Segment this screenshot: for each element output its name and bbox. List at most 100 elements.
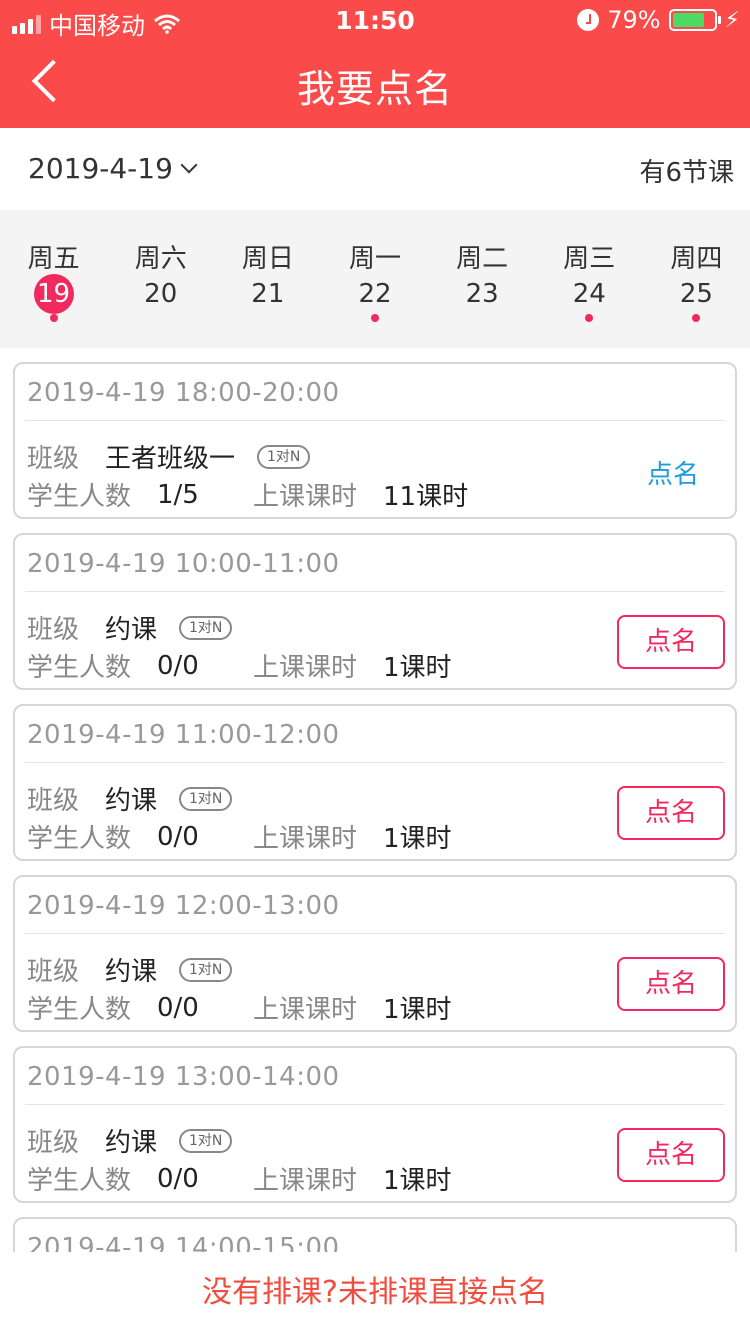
class-label: 班级 — [27, 615, 80, 645]
divider — [25, 420, 725, 421]
day-name: 周日 — [241, 244, 294, 274]
session-time: 2019-4-19 13:00-14:00 — [27, 1062, 340, 1092]
chevron-down-icon — [180, 156, 198, 173]
day-22[interactable]: 周一 22 — [321, 210, 428, 348]
date-picker-label: 2019-4-19 — [28, 152, 173, 185]
day-24[interactable]: 周三 24 — [536, 210, 643, 348]
hours-label: 上课课时 — [253, 824, 358, 854]
day-name: 周五 — [27, 244, 80, 274]
class-label: 班级 — [27, 786, 80, 816]
class-row: 班级 约课 1对N — [27, 780, 233, 817]
session-card[interactable]: 2019-4-19 12:00-13:00 班级 约课 1对N 学生人数 0/0 上课课时 1… — [13, 875, 737, 1032]
divider — [25, 762, 725, 763]
students-value: 1/5 — [157, 479, 199, 510]
session-card[interactable]: 2019-4-19 13:00-14:00 班级 约课 1对N 学生人数 0/0 上课课时 1… — [13, 1046, 737, 1203]
divider — [25, 933, 725, 934]
day-25[interactable]: 周四 25 — [643, 210, 750, 348]
session-card[interactable]: 2019-4-19 11:00-12:00 班级 约课 1对N 学生人数 0/0 上课课时 1… — [13, 704, 737, 861]
day-21[interactable]: 周日 21 — [214, 210, 321, 348]
session-card[interactable]: 2019-4-19 18:00-20:00 班级 王者班级一 1对N 学生人数 1/5 上课… — [13, 362, 737, 519]
date-picker[interactable]: 2019-4-19 — [28, 152, 198, 185]
hours-label: 上课课时 — [253, 482, 358, 512]
class-name: 王者班级一 — [105, 444, 236, 474]
class-row: 班级 王者班级一 1对N — [27, 438, 311, 475]
class-dot — [692, 314, 701, 322]
battery-percent: 79% — [607, 6, 661, 34]
divider — [25, 591, 725, 592]
day-number: 22 — [358, 279, 392, 309]
battery-icon — [668, 9, 721, 31]
students-value: 0/0 — [157, 821, 199, 852]
class-type-badge: 1对N — [179, 786, 233, 811]
header: 中国移动 11:50 79% ⚡ 我要点名 — [0, 0, 750, 128]
day-number: 25 — [679, 279, 713, 309]
session-time: 2019-4-19 10:00-11:00 — [27, 549, 340, 579]
day-name: 周六 — [134, 244, 187, 274]
call-roll-button[interactable]: 点名 — [617, 615, 725, 669]
class-type-badge: 1对N — [257, 444, 311, 469]
class-label: 班级 — [27, 444, 80, 474]
day-name: 周四 — [670, 244, 723, 274]
class-row: 班级 约课 1对N — [27, 951, 233, 988]
day-number: 24 — [572, 279, 606, 309]
session-time: 2019-4-19 11:00-12:00 — [27, 720, 340, 750]
students-label: 学生人数 — [27, 653, 132, 683]
status-right: 79% ⚡ — [577, 6, 740, 34]
day-23[interactable]: 周二 23 — [429, 210, 536, 348]
session-time: 2019-4-19 18:00-20:00 — [27, 378, 340, 408]
call-roll-button[interactable]: 点名 — [617, 957, 725, 1011]
session-card[interactable]: 2019-4-19 10:00-11:00 班级 约课 1对N 学生人数 0/0 上课课时 1… — [13, 533, 737, 690]
students-value: 0/0 — [157, 650, 199, 681]
nav-bar: 我要点名 — [0, 40, 750, 128]
lesson-count: 有6节课 — [639, 158, 734, 188]
stats-row: 学生人数 0/0 上课课时 1课时 — [27, 989, 452, 1026]
stats-row: 学生人数 0/0 上课课时 1课时 — [27, 1160, 452, 1197]
unscheduled-call-link[interactable]: 没有排课?未排课直接点名 — [0, 1252, 750, 1334]
students-label: 学生人数 — [27, 995, 132, 1025]
session-card[interactable]: 2019-4-19 14:00-15:00班级约课1对N学生人数0/0上课课时1… — [13, 1217, 737, 1252]
status-bar: 中国移动 11:50 79% ⚡ — [0, 0, 750, 40]
hours-value: 11课时 — [383, 482, 469, 512]
class-type-badge: 1对N — [179, 957, 233, 982]
class-dot — [585, 314, 594, 322]
alarm-icon — [577, 9, 600, 31]
call-roll-button[interactable]: 点名 — [617, 1128, 725, 1182]
class-type-badge: 1对N — [179, 1128, 233, 1153]
stats-row: 学生人数 0/0 上课课时 1课时 — [27, 647, 452, 684]
class-row: 班级 约课 1对N — [27, 1122, 233, 1159]
charging-icon: ⚡ — [724, 7, 740, 33]
day-19[interactable]: 周五 19 — [0, 210, 107, 348]
class-type-badge: 1对N — [179, 615, 233, 640]
class-name: 约课 — [105, 615, 158, 645]
session-time: 2019-4-19 12:00-13:00 — [27, 891, 340, 921]
class-dot — [49, 314, 58, 322]
day-name: 周一 — [348, 244, 401, 274]
students-label: 学生人数 — [27, 482, 132, 512]
stats-row: 学生人数 0/0 上课课时 1课时 — [27, 818, 452, 855]
hours-value: 1课时 — [383, 824, 452, 854]
session-time: 2019-4-19 14:00-15:00 — [27, 1233, 340, 1252]
day-20[interactable]: 周六 20 — [107, 210, 214, 348]
session-list[interactable]: 2019-4-19 18:00-20:00 班级 王者班级一 1对N 学生人数 1/5 上课… — [0, 348, 750, 1252]
class-dot — [370, 314, 379, 322]
day-number: 20 — [144, 279, 178, 309]
page-title: 我要点名 — [296, 67, 453, 111]
hours-value: 1课时 — [383, 1166, 452, 1196]
hours-label: 上课课时 — [253, 1166, 358, 1196]
students-label: 学生人数 — [27, 1166, 132, 1196]
call-roll-button[interactable]: 点名 — [647, 454, 699, 491]
day-name: 周三 — [563, 244, 616, 274]
class-name: 约课 — [105, 1128, 158, 1158]
class-label: 班级 — [27, 957, 80, 987]
call-roll-button[interactable]: 点名 — [617, 786, 725, 840]
week-strip: 周五 19 周六 20 周日 21 周一 22 周二 23 周三 24 周四 25 — [0, 210, 750, 348]
date-row: 2019-4-19 有6节课 — [0, 128, 750, 210]
students-label: 学生人数 — [27, 824, 132, 854]
day-number: 23 — [465, 279, 499, 309]
class-name: 约课 — [105, 786, 158, 816]
day-name: 周二 — [456, 244, 509, 274]
class-label: 班级 — [27, 1128, 80, 1158]
stats-row: 学生人数 1/5 上课课时 11课时 — [27, 476, 468, 513]
hours-value: 1课时 — [383, 653, 452, 683]
class-row: 班级 约课 1对N — [27, 609, 233, 646]
